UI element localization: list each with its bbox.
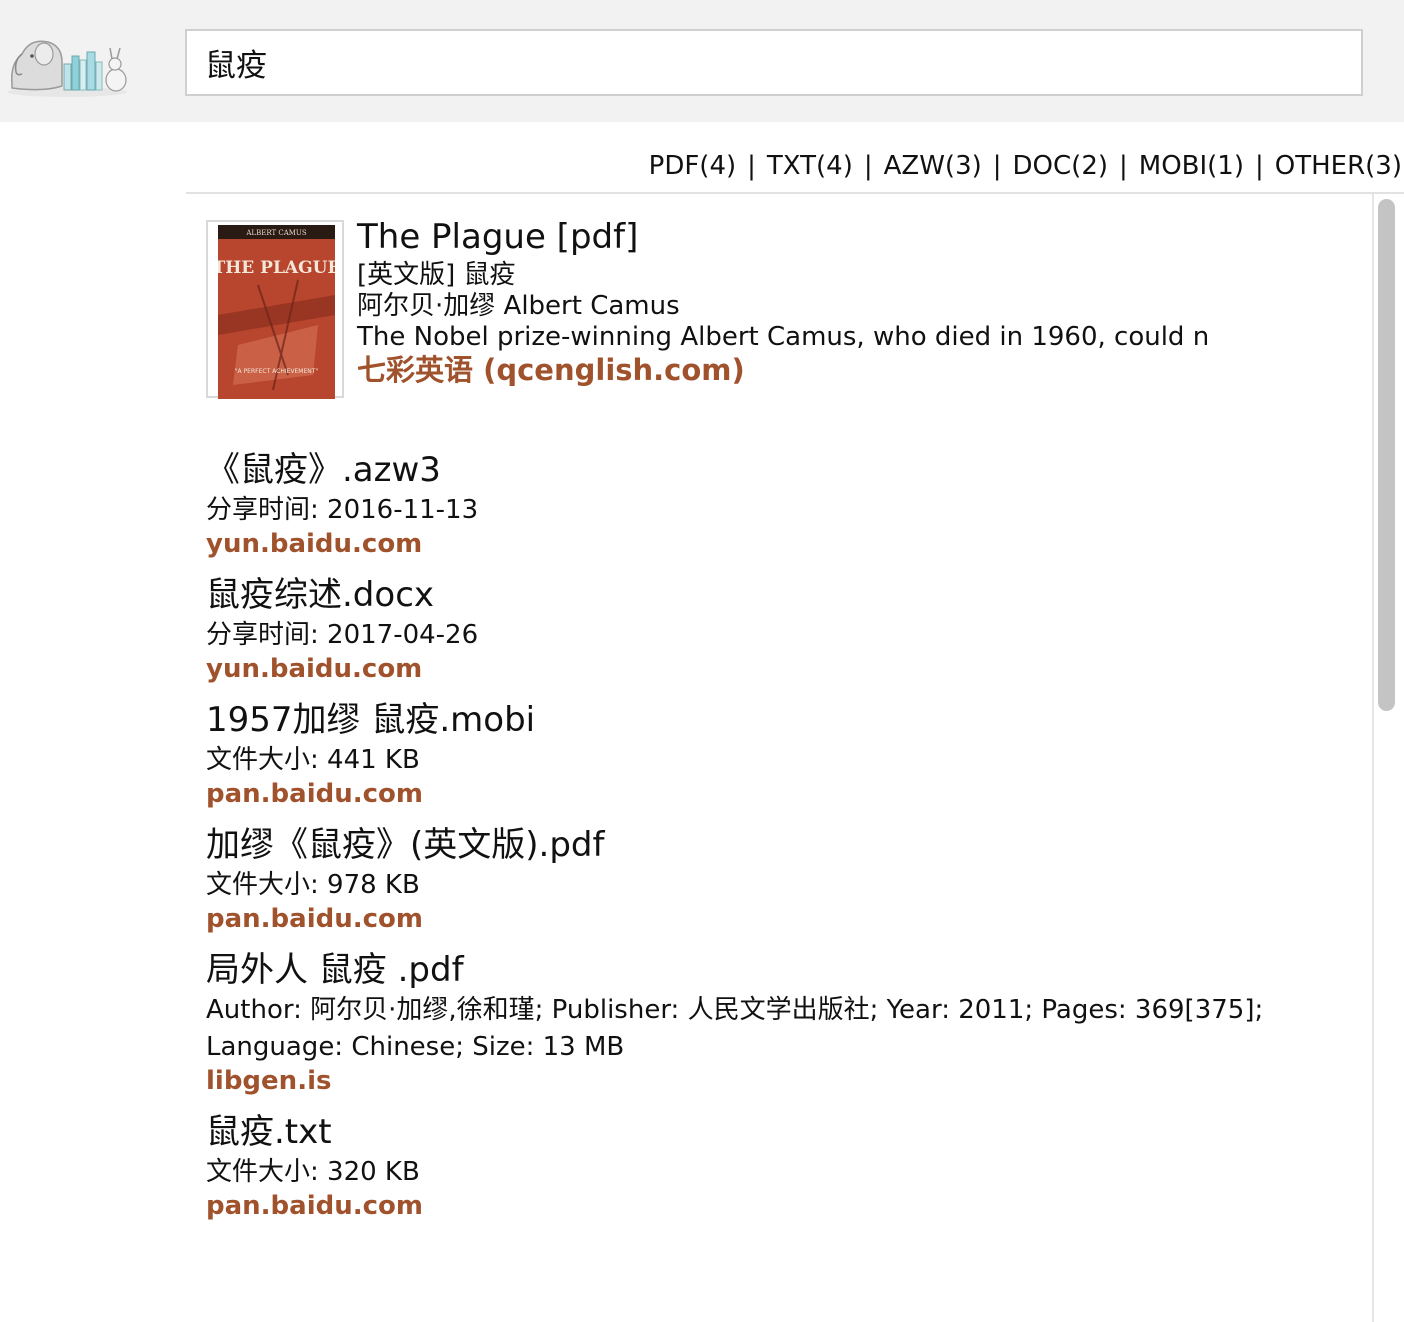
result-title[interactable]: 局外人 鼠疫 .pdf (206, 948, 1366, 992)
scrollbar-thumb[interactable] (1378, 199, 1395, 711)
search-input[interactable] (185, 29, 1363, 96)
result-item: 1957加缪 鼠疫.mobi 文件大小: 441 KB pan.baidu.com (206, 698, 1366, 809)
result-list: 《鼠疫》.azw3 分享时间: 2016-11-13 yun.baidu.com 鼠疫… (206, 448, 1366, 1235)
featured-description: The Nobel prize-winning Albert Camus, wh… (357, 322, 1210, 352)
filter-pdf[interactable]: PDF(4) (649, 151, 736, 181)
result-source-link[interactable]: pan.baidu.com (206, 779, 1366, 809)
result-source-link[interactable]: pan.baidu.com (206, 904, 1366, 934)
result-meta: 分享时间: 2016-11-13 (206, 495, 479, 525)
result-item: 《鼠疫》.azw3 分享时间: 2016-11-13 yun.baidu.com (206, 448, 1366, 559)
cover-author-band: ALBERT CAMUS (245, 229, 306, 237)
result-meta: Author: 阿尔贝·加缪,徐和瑾; Publisher: 人民文学出版社; … (206, 995, 1264, 1062)
filter-mobi[interactable]: MOBI(1) (1139, 151, 1244, 181)
result-meta: 文件大小: 441 KB (206, 745, 420, 775)
divider (186, 192, 1404, 194)
featured-author: 阿尔贝·加缪 Albert Camus (357, 291, 680, 321)
featured-subtitle: [英文版] 鼠疫 (357, 260, 516, 290)
filter-separator: | (1119, 151, 1128, 181)
result-source-link[interactable]: libgen.is (206, 1066, 1366, 1096)
result-title[interactable]: 鼠疫.txt (206, 1110, 1366, 1154)
cover-tagline: "A PERFECT ACHIEVEMENT" (235, 368, 319, 375)
result-meta: 文件大小: 320 KB (206, 1157, 420, 1187)
result-meta: 分享时间: 2017-04-26 (206, 620, 479, 650)
cover-title: THE PLAGUE (218, 258, 335, 278)
filter-other[interactable]: OTHER(3) (1275, 151, 1402, 181)
elephant-books-logo-icon[interactable] (4, 24, 130, 100)
filter-separator: | (863, 151, 873, 181)
result-item: 加缪《鼠疫》(英文版).pdf 文件大小: 978 KB pan.baidu.com (206, 823, 1366, 934)
filter-txt[interactable]: TXT(4) (767, 151, 853, 181)
filter-separator: | (992, 151, 1002, 181)
scrollbar-track[interactable] (1372, 194, 1374, 1322)
filter-azw[interactable]: AZW(3) (884, 151, 982, 181)
result-meta: 文件大小: 978 KB (206, 870, 420, 900)
result-title[interactable]: 鼠疫综述.docx (206, 573, 1366, 617)
featured-source-link[interactable]: 七彩英语 (qcenglish.com) (357, 353, 1317, 387)
featured-title[interactable]: The Plague [pdf] (357, 214, 1317, 260)
filter-doc[interactable]: DOC(2) (1013, 151, 1108, 181)
result-item: 鼠疫.txt 文件大小: 320 KB pan.baidu.com (206, 1110, 1366, 1221)
header (0, 0, 1404, 122)
book-cover-image[interactable]: ALBERT CAMUS THE PLAGUE "A PERFECT ACHIE… (206, 220, 344, 399)
result-item: 鼠疫综述.docx 分享时间: 2017-04-26 yun.baidu.com (206, 573, 1366, 684)
result-item: 局外人 鼠疫 .pdf Author: 阿尔贝·加缪,徐和瑾; Publisher… (206, 948, 1366, 1096)
result-source-link[interactable]: yun.baidu.com (206, 529, 1366, 559)
format-filter-bar: PDF(4) | TXT(4) | AZW(3) | DOC(2) | MOBI(1) | OTHE… (649, 146, 1402, 186)
result-title[interactable]: 加缪《鼠疫》(英文版).pdf (206, 823, 1366, 867)
filter-separator: | (747, 151, 756, 181)
result-source-link[interactable]: pan.baidu.com (206, 1191, 1366, 1221)
result-title[interactable]: 1957加缪 鼠疫.mobi (206, 698, 1366, 742)
result-source-link[interactable]: yun.baidu.com (206, 654, 1366, 684)
filter-separator: | (1255, 151, 1264, 181)
result-title[interactable]: 《鼠疫》.azw3 (206, 448, 1366, 492)
